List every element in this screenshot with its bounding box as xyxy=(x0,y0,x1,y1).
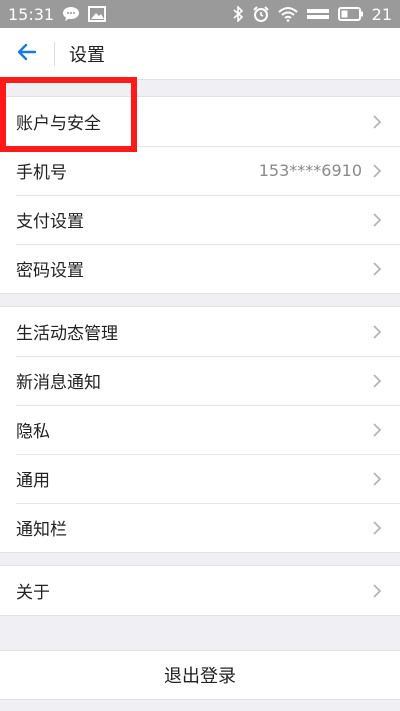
settings-group-general: 生活动态管理 新消息通知 隐私 通用 通知栏 xyxy=(0,306,400,553)
arrow-left-icon xyxy=(17,43,37,65)
settings-item-label: 关于 xyxy=(16,583,50,603)
header-divider xyxy=(54,41,55,66)
settings-item-notification-bar[interactable]: 通知栏 xyxy=(0,503,400,552)
status-bar: 15:31 21 xyxy=(0,0,400,28)
chevron-right-icon xyxy=(372,520,382,536)
data-speed-icon xyxy=(306,6,330,22)
settings-item-label: 支付设置 xyxy=(16,212,84,232)
back-button[interactable] xyxy=(0,28,54,80)
alarm-icon xyxy=(252,5,270,23)
settings-item-payment[interactable]: 支付设置 xyxy=(0,195,400,244)
chevron-right-icon xyxy=(372,373,382,389)
settings-item-notifications[interactable]: 新消息通知 xyxy=(0,356,400,405)
chevron-right-icon xyxy=(372,422,382,438)
settings-item-label: 隐私 xyxy=(16,422,50,442)
settings-item-account-security[interactable]: 账户与安全 xyxy=(0,97,400,146)
chevron-right-icon xyxy=(372,324,382,340)
app-header: 设置 xyxy=(0,28,400,80)
wifi-icon xyxy=(277,6,298,22)
settings-item-label: 通知栏 xyxy=(16,520,67,540)
settings-item-label: 手机号 xyxy=(16,163,67,183)
settings-group-about: 关于 xyxy=(0,565,400,616)
settings-item-about[interactable]: 关于 xyxy=(0,566,400,615)
settings-item-label: 账户与安全 xyxy=(16,114,101,134)
chevron-right-icon xyxy=(372,212,382,228)
image-icon xyxy=(88,6,107,22)
chevron-right-icon xyxy=(372,583,382,599)
battery-level: 21 xyxy=(371,4,392,24)
settings-item-phone[interactable]: 手机号 153****6910 xyxy=(0,146,400,195)
settings-group-account: 账户与安全 手机号 153****6910 支付设置 密码设置 xyxy=(0,96,400,294)
settings-item-privacy[interactable]: 隐私 xyxy=(0,405,400,454)
chevron-right-icon xyxy=(372,114,382,130)
chevron-right-icon xyxy=(372,471,382,487)
settings-item-general[interactable]: 通用 xyxy=(0,454,400,503)
message-icon xyxy=(62,6,80,22)
logout-button[interactable]: 退出登录 xyxy=(0,650,400,700)
status-time: 15:31 xyxy=(8,4,55,24)
battery-icon xyxy=(337,6,364,22)
chevron-right-icon xyxy=(372,261,382,277)
settings-item-label: 密码设置 xyxy=(16,261,84,281)
settings-item-label: 通用 xyxy=(16,471,50,491)
logout-label: 退出登录 xyxy=(164,666,236,687)
settings-item-label: 生活动态管理 xyxy=(16,324,118,344)
settings-item-password[interactable]: 密码设置 xyxy=(0,244,400,293)
page-title: 设置 xyxy=(69,44,105,66)
phone-number-value: 153****6910 xyxy=(258,161,362,180)
settings-item-life-feed[interactable]: 生活动态管理 xyxy=(0,307,400,356)
chevron-right-icon xyxy=(372,163,382,179)
bluetooth-icon xyxy=(232,6,244,22)
settings-item-label: 新消息通知 xyxy=(16,373,101,393)
